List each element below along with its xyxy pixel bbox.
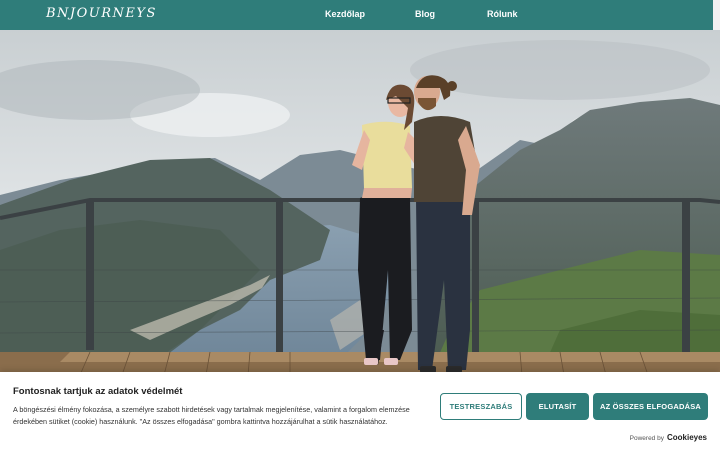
powered-by: Powered by Cookieyes — [630, 433, 707, 442]
hero-image — [0, 30, 720, 375]
reject-button[interactable]: ELUTASÍT — [526, 393, 589, 420]
cookie-consent-banner: Fontosnak tartjuk az adatok védelmét A b… — [0, 372, 720, 450]
customize-button[interactable]: TESTRESZABÁS — [440, 393, 522, 420]
nav-item-home[interactable]: Kezdőlap — [325, 9, 365, 19]
scrollbar-track[interactable] — [713, 0, 720, 30]
navbar: BNJOURNEYS Kezdőlap Blog Rólunk — [0, 0, 713, 30]
nav-item-about[interactable]: Rólunk — [487, 9, 518, 19]
site-logo[interactable]: BNJOURNEYS — [46, 6, 157, 21]
cookie-title: Fontosnak tartjuk az adatok védelmét — [13, 386, 183, 397]
nav-item-blog[interactable]: Blog — [415, 9, 435, 19]
powered-by-label: Powered by — [629, 435, 664, 442]
accept-all-button[interactable]: AZ ÖSSZES ELFOGADÁSA — [593, 393, 708, 420]
cookie-description: A böngészési élmény fokozása, a személyr… — [13, 405, 410, 426]
cookieyes-logo[interactable]: Cookieyes — [667, 433, 707, 442]
